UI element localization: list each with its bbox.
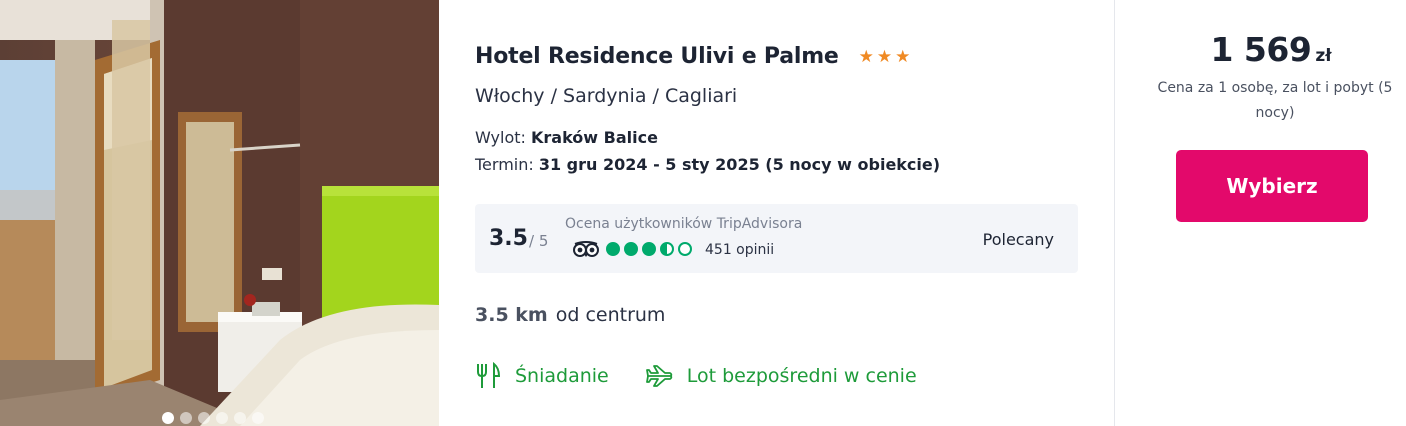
term-label: Termin:	[475, 155, 539, 174]
tripadvisor-owl-icon	[573, 241, 599, 257]
gallery-pagination	[162, 412, 264, 424]
rating-bubble-full	[642, 242, 656, 256]
gallery-dot[interactable]	[180, 412, 192, 424]
departure-value: Kraków Balice	[531, 128, 658, 147]
term-row: Termin: 31 gru 2024 - 5 sty 2025 (5 nocy…	[475, 155, 940, 174]
term-value: 31 gru 2024 - 5 sty 2025 (5 nocy w obiek…	[538, 155, 941, 174]
title-row: Hotel Residence Ulivi e Palme ★ ★ ★	[475, 44, 910, 69]
price-note: Cena za 1 osobę, za lot i pobyt (5 nocy)	[1157, 80, 1393, 121]
hotel-room-image	[0, 0, 439, 426]
distance-row: 3.5 km od centrum	[475, 304, 665, 326]
departure-row: Wylot: Kraków Balice	[475, 128, 658, 147]
feature-direct-flight: Lot bezpośredni w cenie	[645, 364, 917, 388]
choose-button[interactable]: Wybierz	[1176, 150, 1368, 222]
gallery-dot[interactable]	[198, 412, 210, 424]
review-count: 451 opinii	[705, 242, 775, 258]
price: 1 569 zł	[1140, 30, 1402, 69]
gallery-dot[interactable]	[252, 412, 264, 424]
features-list: Śniadanie Lot bezpośredni w cenie	[475, 362, 953, 390]
rating-bubble-empty	[678, 242, 692, 256]
price-currency: zł	[1315, 46, 1332, 66]
departure-label: Wylot:	[475, 128, 531, 147]
recommendation-label: Polecany	[982, 230, 1054, 249]
gallery-dot[interactable]	[216, 412, 228, 424]
rating-bubbles	[606, 242, 692, 256]
feature-breakfast: Śniadanie	[475, 362, 609, 390]
rating-bubble-full	[624, 242, 638, 256]
column-divider	[1114, 0, 1115, 426]
feature-label: Lot bezpośredni w cenie	[686, 365, 917, 387]
rating-source-label: Ocena użytkowników TripAdvisora	[565, 216, 803, 232]
star-icon: ★	[895, 46, 911, 67]
hotel-photo[interactable]	[0, 0, 439, 426]
price-value: 1 569	[1210, 30, 1312, 69]
price-panel: 1 569 zł Cena za 1 osobę, za lot i pobyt …	[1140, 0, 1406, 426]
rating-bubble-half	[660, 242, 674, 256]
rating-bubble-full	[606, 242, 620, 256]
rating-max: / 5	[529, 232, 549, 250]
fork-knife-icon	[477, 362, 501, 388]
distance-label: od centrum	[555, 304, 666, 326]
feature-label: Śniadanie	[515, 365, 609, 387]
star-icon: ★	[858, 46, 874, 67]
plane-icon	[645, 365, 672, 387]
star-icon: ★	[876, 46, 893, 67]
rating-score: 3.5	[489, 226, 528, 251]
hotel-location: Włochy / Sardynia / Cagliari	[475, 85, 738, 107]
hotel-name[interactable]: Hotel Residence Ulivi e Palme	[475, 44, 839, 69]
gallery-dot[interactable]	[234, 412, 246, 424]
gallery-dot[interactable]	[162, 412, 174, 424]
distance-value: 3.5 km	[475, 304, 548, 326]
hotel-info: Hotel Residence Ulivi e Palme ★ ★ ★ Włoc…	[475, 0, 1085, 426]
tripadvisor-rating-box[interactable]: 3.5 / 5 Ocena użytkowników TripAdvisora …	[475, 204, 1078, 273]
hotel-stars: ★ ★ ★	[858, 46, 911, 67]
